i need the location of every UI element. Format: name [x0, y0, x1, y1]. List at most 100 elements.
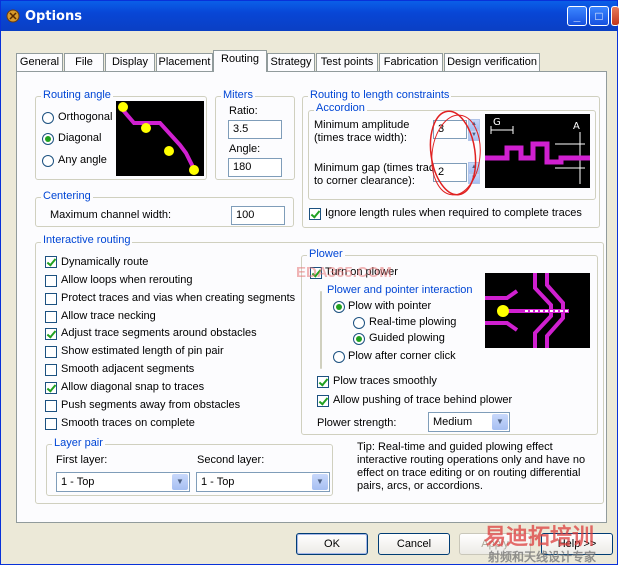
- adjust-segments-label: Adjust trace segments around obstacles: [61, 327, 257, 339]
- show-estimated-length-checkbox[interactable]: [45, 346, 57, 358]
- accordion-diagram-illustration: G A: [485, 117, 590, 184]
- centering-label: Centering: [41, 190, 93, 202]
- any-angle-radio[interactable]: [42, 155, 54, 167]
- tab-placement[interactable]: Placement: [156, 53, 213, 71]
- min-gap-label-2: to corner clearance):: [314, 175, 415, 187]
- allow-pushing-label: Allow pushing of trace behind plower: [333, 394, 513, 406]
- interactive-routing-label: Interactive routing: [41, 234, 133, 246]
- g-label: G: [493, 117, 501, 128]
- tab-routing[interactable]: Routing: [213, 50, 267, 72]
- plower-strength-select[interactable]: Medium ▼: [428, 412, 510, 432]
- allow-loops-checkbox[interactable]: [45, 275, 57, 287]
- allow-loops-label: Allow loops when rerouting: [61, 274, 193, 286]
- diagonal-snap-checkbox[interactable]: [45, 382, 57, 394]
- adjust-segments-checkbox[interactable]: [45, 328, 57, 340]
- orthogonal-label: Orthogonal: [58, 111, 113, 123]
- first-layer-select[interactable]: 1 - Top ▼: [56, 472, 190, 492]
- guided-plowing-radio[interactable]: [353, 333, 365, 345]
- angle-label: Angle:: [229, 143, 261, 155]
- min-amplitude-label: Minimum amplitude: [314, 119, 410, 131]
- a-label: A: [573, 121, 580, 132]
- diagonal-snap-label: Allow diagonal snap to traces: [61, 381, 205, 393]
- any-angle-label: Any angle: [58, 154, 107, 166]
- ok-button[interactable]: OK: [296, 533, 368, 555]
- tab-design-verification[interactable]: Design verification: [444, 53, 540, 71]
- tab-test-points[interactable]: Test points: [316, 53, 378, 71]
- dynamically-route-checkbox[interactable]: [45, 256, 57, 268]
- brand-subtitle-watermark: 射频和天线设计专家: [488, 550, 597, 564]
- smooth-adjacent-label: Smooth adjacent segments: [61, 363, 195, 375]
- chevron-down-icon: ▼: [312, 474, 328, 490]
- plower-preview: [485, 273, 590, 348]
- plow-smoothly-label: Plow traces smoothly: [333, 375, 437, 387]
- plower-illustration: [485, 273, 569, 348]
- tab-general[interactable]: General: [16, 53, 63, 71]
- realtime-plowing-label: Real-time plowing: [369, 316, 457, 328]
- max-channel-width-input[interactable]: 100: [231, 206, 285, 225]
- max-channel-width-label: Maximum channel width:: [50, 209, 172, 221]
- first-layer-value: 1 - Top: [61, 476, 95, 488]
- layer-pair-label: Layer pair: [52, 437, 105, 449]
- plow-with-pointer-label: Plow with pointer: [348, 300, 432, 312]
- eda365-watermark: EDA365.COM: [296, 264, 392, 281]
- window-title: Options: [25, 9, 82, 24]
- red-annotation-scribble: [429, 110, 481, 196]
- diagonal-trace-illustration: [118, 102, 199, 175]
- protect-traces-checkbox[interactable]: [45, 293, 57, 305]
- brand-watermark: 易迪拓培训: [484, 525, 595, 550]
- second-layer-select[interactable]: 1 - Top ▼: [196, 472, 330, 492]
- min-amplitude-label-2: (times trace width):: [314, 132, 407, 144]
- min-gap-label: Minimum gap (times trace: [314, 162, 441, 174]
- smooth-adjacent-checkbox[interactable]: [45, 364, 57, 376]
- tab-strategy[interactable]: Strategy: [267, 53, 315, 71]
- diagonal-radio[interactable]: [42, 133, 54, 145]
- length-constraints-label: Routing to length constraints: [308, 89, 452, 101]
- push-segments-checkbox[interactable]: [45, 400, 57, 412]
- plower-interaction-group: [320, 291, 322, 369]
- plow-after-corner-label: Plow after corner click: [348, 350, 456, 362]
- push-segments-label: Push segments away from obstacles: [61, 399, 241, 411]
- dynamically-route-label: Dynamically route: [61, 256, 149, 268]
- routing-angle-label: Routing angle: [41, 89, 113, 101]
- plow-smoothly-checkbox[interactable]: [317, 376, 329, 388]
- tip-text: Tip: Real-time and guided plowing effect…: [357, 441, 586, 492]
- angle-input[interactable]: 180: [228, 158, 282, 177]
- routing-angle-preview: [116, 101, 204, 176]
- plow-after-corner-radio[interactable]: [333, 351, 345, 363]
- guided-plowing-label: Guided plowing: [369, 332, 445, 344]
- smooth-on-complete-label: Smooth traces on complete: [61, 417, 195, 429]
- tab-fabrication[interactable]: Fabrication: [379, 53, 443, 71]
- tab-display[interactable]: Display: [105, 53, 155, 71]
- diagonal-label: Diagonal: [58, 132, 102, 144]
- protect-traces-label: Protect traces and vias when creating se…: [61, 292, 296, 304]
- ratio-input[interactable]: 3.5: [228, 120, 282, 139]
- ignore-length-rules-checkbox[interactable]: [309, 208, 321, 220]
- realtime-plowing-radio[interactable]: [353, 317, 365, 329]
- allow-pushing-checkbox[interactable]: [317, 395, 329, 407]
- maximize-button[interactable]: □: [589, 6, 609, 26]
- cancel-button[interactable]: Cancel: [378, 533, 450, 555]
- minimize-button[interactable]: _: [567, 6, 587, 26]
- accordion-label: Accordion: [314, 102, 367, 114]
- plower-strength-label: Plower strength:: [317, 417, 397, 429]
- accordion-preview: G A: [485, 114, 590, 188]
- second-layer-label: Second layer:: [197, 454, 265, 466]
- miters-label: Miters: [221, 89, 255, 101]
- allow-necking-checkbox[interactable]: [45, 311, 57, 323]
- show-estimated-length-label: Show estimated length of pin pair: [61, 345, 224, 357]
- allow-necking-label: Allow trace necking: [61, 310, 156, 322]
- smooth-on-complete-checkbox[interactable]: [45, 418, 57, 430]
- first-layer-label: First layer:: [56, 454, 108, 466]
- second-layer-value: 1 - Top: [201, 476, 235, 488]
- orthogonal-radio[interactable]: [42, 112, 54, 124]
- chevron-down-icon: ▼: [492, 414, 508, 430]
- options-dialog: Options _ □ General File Display Placeme…: [0, 0, 619, 565]
- close-button[interactable]: [611, 6, 619, 26]
- plow-with-pointer-radio[interactable]: [333, 301, 345, 313]
- app-icon: [6, 9, 20, 23]
- title-bar[interactable]: Options _ □: [1, 1, 619, 31]
- plower-label: Plower: [307, 248, 345, 260]
- chevron-down-icon: ▼: [172, 474, 188, 490]
- plower-interaction-label: Plower and pointer interaction: [325, 284, 475, 296]
- tab-file[interactable]: File: [64, 53, 104, 71]
